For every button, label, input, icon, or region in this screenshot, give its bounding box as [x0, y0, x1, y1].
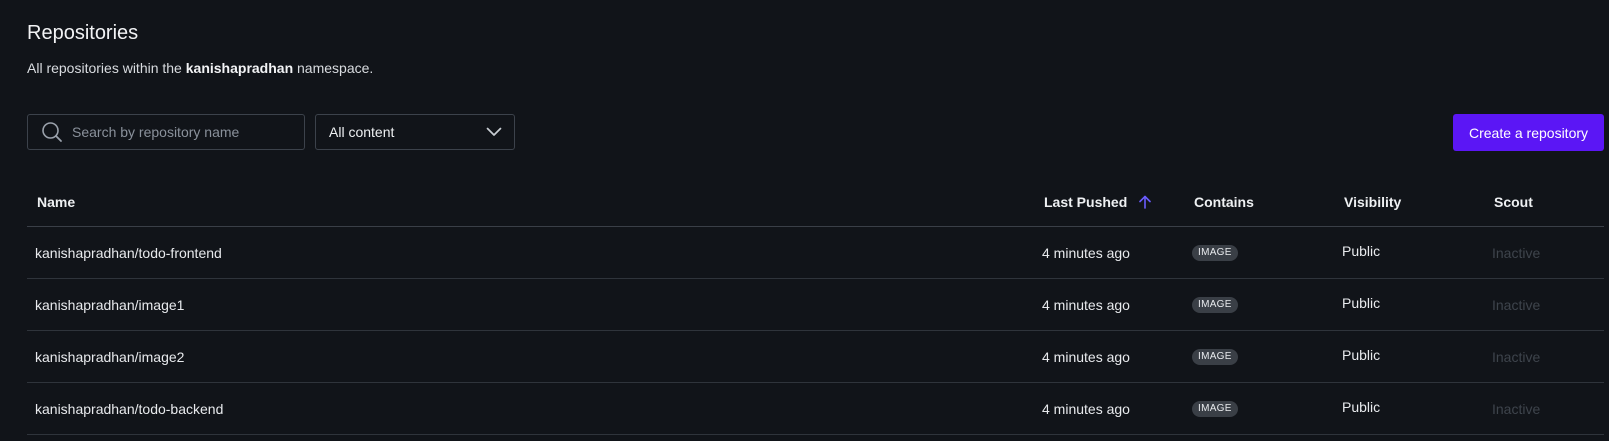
- page-subtitle: All repositories within the kanishapradh…: [27, 60, 373, 76]
- image-badge: IMAGE: [1192, 296, 1238, 313]
- column-header-contains[interactable]: Contains: [1194, 178, 1254, 226]
- repository-name-link[interactable]: kanishapradhan/todo-frontend: [35, 227, 222, 278]
- column-header-scout[interactable]: Scout: [1494, 178, 1533, 226]
- scout-status: Inactive: [1492, 400, 1541, 417]
- last-pushed-value: 4 minutes ago: [1042, 244, 1130, 261]
- table-row[interactable]: kanishapradhan/todo-backend 4 minutes ag…: [27, 383, 1604, 435]
- last-pushed-value: 4 minutes ago: [1042, 400, 1130, 417]
- scout-status: Inactive: [1492, 296, 1541, 313]
- namespace-name: kanishapradhan: [185, 60, 294, 76]
- table-row[interactable]: kanishapradhan/todo-frontend 4 minutes a…: [27, 227, 1604, 279]
- search-box[interactable]: [27, 114, 305, 150]
- column-header-label: Visibility: [1344, 194, 1402, 210]
- contains-cell: IMAGE: [1192, 383, 1238, 434]
- column-header-label: Scout: [1494, 194, 1533, 210]
- image-badge: IMAGE: [1192, 400, 1238, 417]
- search-icon: [41, 121, 63, 143]
- scout-status: Inactive: [1492, 244, 1541, 261]
- contains-cell: IMAGE: [1192, 331, 1238, 382]
- column-header-label: Contains: [1194, 194, 1254, 210]
- subtitle-suffix: namespace.: [297, 60, 374, 76]
- column-header-name[interactable]: Name: [37, 178, 75, 226]
- repositories-page: Repositories All repositories within the…: [0, 0, 1609, 441]
- content-filter-select[interactable]: All content: [315, 114, 515, 150]
- column-header-label: Last Pushed: [1044, 194, 1128, 210]
- create-repository-button[interactable]: Create a repository: [1453, 114, 1604, 151]
- column-header-last-pushed[interactable]: Last Pushed: [1044, 178, 1152, 226]
- contains-cell: IMAGE: [1192, 279, 1238, 330]
- last-pushed-value: 4 minutes ago: [1042, 348, 1130, 365]
- contains-cell: IMAGE: [1192, 227, 1238, 278]
- last-pushed-value: 4 minutes ago: [1042, 296, 1130, 313]
- search-input[interactable]: [72, 124, 272, 140]
- table-row[interactable]: kanishapradhan/image2 4 minutes ago IMAG…: [27, 331, 1604, 383]
- visibility-value: Public: [1342, 294, 1381, 311]
- image-badge: IMAGE: [1192, 348, 1238, 365]
- arrow-up-icon: [1139, 195, 1152, 209]
- table-header: Name Last Pushed Contains Visibility Sco…: [27, 178, 1604, 227]
- repository-name-link[interactable]: kanishapradhan/todo-backend: [35, 383, 223, 434]
- repository-name-link[interactable]: kanishapradhan/image1: [35, 279, 184, 330]
- visibility-value: Public: [1342, 398, 1381, 415]
- repository-name-link[interactable]: kanishapradhan/image2: [35, 331, 184, 382]
- visibility-value: Public: [1342, 242, 1381, 259]
- scout-status: Inactive: [1492, 348, 1541, 365]
- repositories-table: Name Last Pushed Contains Visibility Sco…: [27, 178, 1604, 435]
- image-badge: IMAGE: [1192, 244, 1238, 261]
- content-filter-value: All content: [329, 124, 395, 140]
- table-row[interactable]: kanishapradhan/image1 4 minutes ago IMAG…: [27, 279, 1604, 331]
- visibility-value: Public: [1342, 346, 1381, 363]
- column-header-visibility[interactable]: Visibility: [1344, 178, 1401, 226]
- chevron-down-icon: [486, 127, 502, 137]
- subtitle-prefix: All repositories within the: [27, 60, 182, 76]
- page-title: Repositories: [27, 22, 139, 44]
- column-header-label: Name: [37, 194, 76, 210]
